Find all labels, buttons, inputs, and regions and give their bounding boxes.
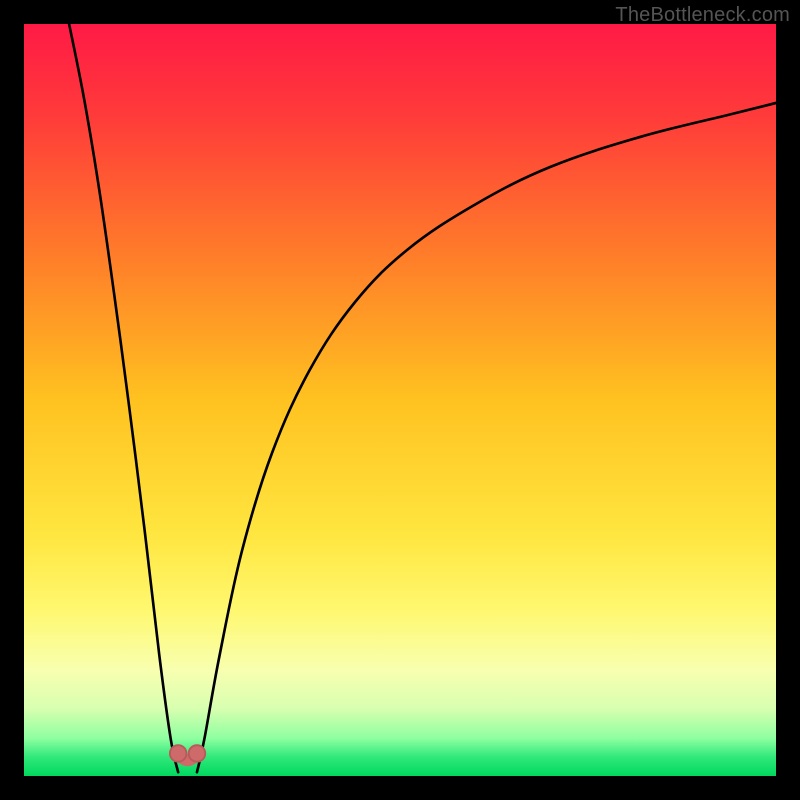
chart-curves xyxy=(24,24,776,776)
curve-left-branch xyxy=(69,24,178,772)
watermark-label: TheBottleneck.com xyxy=(615,4,790,27)
curve-right-branch xyxy=(197,103,776,772)
valley-marker-right xyxy=(189,745,206,762)
plot-area xyxy=(24,24,776,776)
outer-frame: TheBottleneck.com xyxy=(0,0,800,800)
valley-marker-left xyxy=(170,745,187,762)
